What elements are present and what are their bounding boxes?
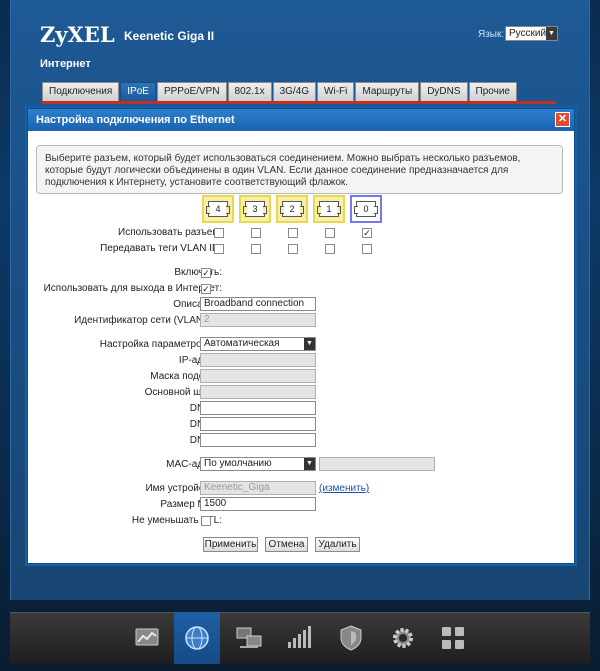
tab-other[interactable]: Прочие <box>468 82 517 101</box>
ip-settings-value: Автоматическая <box>204 338 280 349</box>
zyxel-logo: ZyXEL <box>40 22 115 47</box>
tab-dydns[interactable]: DyDNS <box>420 82 468 101</box>
enable-checkbox[interactable]: ✓ <box>201 268 211 278</box>
vlan-tag-1-checkbox[interactable] <box>325 244 335 254</box>
port-4[interactable]: 4 <box>202 195 234 223</box>
ethernet-settings-dialog: Настройка подключения по Ethernet ✕ Выбе… <box>27 108 575 564</box>
subnet-mask-input[interactable] <box>200 369 316 383</box>
language-value: Русский <box>509 28 547 39</box>
tab-pppoe-vpn[interactable]: PPPoE/VPN <box>156 82 227 101</box>
dialog-title: Настройка подключения по Ethernet <box>28 109 574 131</box>
port-plug-icon: 0 <box>354 201 378 217</box>
chevron-down-icon: ▼ <box>304 458 315 470</box>
tab-wifi[interactable]: Wi-Fi <box>317 82 355 101</box>
language-select[interactable]: Русский ▼ <box>505 26 558 41</box>
close-icon[interactable]: ✕ <box>555 112 570 127</box>
nav-security[interactable] <box>328 612 374 664</box>
change-device-name-link[interactable]: (изменить) <box>319 483 369 494</box>
port-plug-icon: 3 <box>243 201 267 217</box>
dns1-input[interactable] <box>200 401 316 415</box>
vlan-tag-4-checkbox[interactable] <box>214 244 224 254</box>
port-plug-icon: 4 <box>206 201 230 217</box>
tab-ipoe[interactable]: IPoE <box>120 82 156 101</box>
ip-settings-select[interactable]: Автоматическая ▼ <box>200 337 316 351</box>
apply-button[interactable]: Применить <box>203 537 258 552</box>
use-internet-checkbox[interactable]: ✓ <box>201 284 211 294</box>
shield-icon <box>340 625 362 651</box>
enable-label: Включить: <box>174 267 222 278</box>
network-icon <box>236 627 262 648</box>
cancel-button[interactable]: Отмена <box>265 537 308 552</box>
port-plug-icon: 2 <box>280 201 304 217</box>
port-1[interactable]: 1 <box>313 195 345 223</box>
port-0[interactable]: 0 <box>350 195 382 223</box>
page-title: Интернет <box>40 58 91 70</box>
chevron-down-icon: ▼ <box>304 338 315 350</box>
nav-internet[interactable] <box>174 612 220 664</box>
use-port-0-checkbox[interactable]: ✓ <box>362 228 372 238</box>
vlan-tags-label: Передавать теги VLAN ID: <box>100 243 222 254</box>
language-label: Язык: <box>478 29 505 40</box>
use-port-label: Использовать разъем: <box>118 227 222 238</box>
tab-connections[interactable]: Подключения <box>42 82 120 101</box>
port-plug-icon: 1 <box>317 201 341 217</box>
gear-icon <box>393 628 413 648</box>
device-name-input[interactable]: Keenetic_Giga <box>200 481 316 495</box>
mac-custom-input[interactable] <box>319 457 435 471</box>
mac-select[interactable]: По умолчанию ▼ <box>200 457 316 471</box>
delete-button[interactable]: Удалить <box>315 537 360 552</box>
description-input[interactable]: Broadband connection <box>200 297 316 311</box>
nav-system[interactable] <box>380 612 426 664</box>
vlan-tag-3-checkbox[interactable] <box>251 244 261 254</box>
nav-home-network[interactable] <box>226 612 272 664</box>
use-port-4-checkbox[interactable] <box>214 228 224 238</box>
vlan-tag-0-checkbox[interactable] <box>362 244 372 254</box>
dns3-input[interactable] <box>200 433 316 447</box>
tab-bar: Подключения IPoE PPPoE/VPN 802.1x 3G/4G … <box>42 82 518 101</box>
ip-address-input[interactable] <box>200 353 316 367</box>
description-box: Выберите разъем, который будет использов… <box>36 145 563 194</box>
tab-underline <box>42 101 556 104</box>
apps-grid-icon <box>442 627 464 649</box>
chevron-down-icon: ▼ <box>546 27 557 40</box>
signal-bars-icon <box>288 626 311 648</box>
nav-monitor[interactable] <box>124 612 170 664</box>
globe-icon <box>185 626 209 650</box>
use-port-2-checkbox[interactable] <box>288 228 298 238</box>
vlan-id-input[interactable]: 2 <box>200 313 316 327</box>
mac-value: По умолчанию <box>204 458 272 469</box>
use-port-3-checkbox[interactable] <box>251 228 261 238</box>
mtu-input[interactable]: 1500 <box>200 497 316 511</box>
vlan-tag-2-checkbox[interactable] <box>288 244 298 254</box>
use-port-1-checkbox[interactable] <box>325 228 335 238</box>
nav-wifi[interactable] <box>276 612 322 664</box>
dns2-input[interactable] <box>200 417 316 431</box>
model-name: Keenetic Giga II <box>124 29 215 43</box>
tab-8021x[interactable]: 802.1x <box>227 82 272 101</box>
gateway-input[interactable] <box>200 385 316 399</box>
port-3[interactable]: 3 <box>239 195 271 223</box>
nav-apps[interactable] <box>430 612 476 664</box>
monitor-icon <box>135 628 159 646</box>
tab-routes[interactable]: Маршруты <box>355 82 420 101</box>
tab-3g4g[interactable]: 3G/4G <box>272 82 317 101</box>
use-internet-label: Использовать для выхода в Интернет: <box>43 283 222 294</box>
ttl-checkbox[interactable] <box>201 516 211 526</box>
port-2[interactable]: 2 <box>276 195 308 223</box>
